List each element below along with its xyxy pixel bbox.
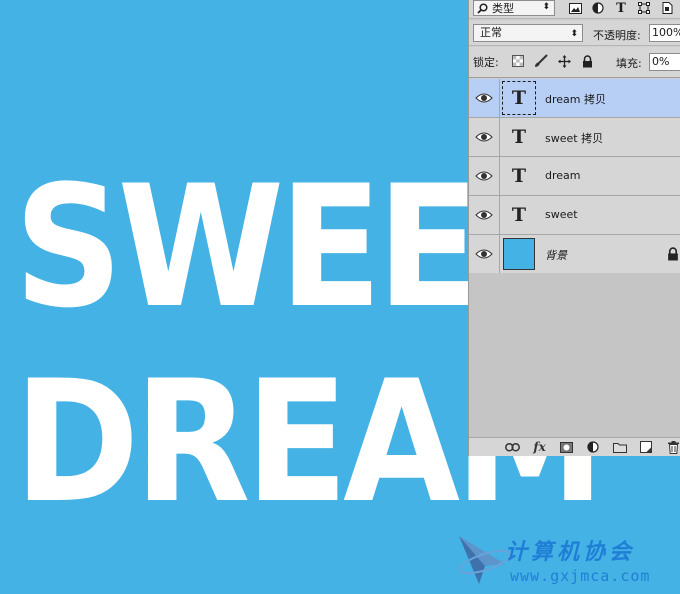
layer-name[interactable]: sweet xyxy=(545,208,578,221)
lock-transparent-icon[interactable] xyxy=(511,54,525,68)
lock-move-icon[interactable] xyxy=(557,54,571,68)
new-layer-icon[interactable] xyxy=(639,439,655,455)
watermark-title: 计算机协会 xyxy=(505,540,636,565)
blend-row: 正常 ⬍ 不透明度: 100% xyxy=(469,21,680,46)
filter-row: 类型 ⬍ T xyxy=(469,0,680,19)
chevron-updown-icon: ⬍ xyxy=(570,29,578,39)
layer-row-dream[interactable]: T dream xyxy=(469,157,680,196)
text-layer-thumbnail-icon: T xyxy=(502,81,536,115)
text-layer-thumbnail-icon: T xyxy=(511,165,527,187)
divider xyxy=(499,79,500,118)
fx-icon[interactable]: fx xyxy=(532,439,548,455)
layer-name[interactable]: sweet 拷贝 xyxy=(545,130,603,146)
fill-label: 填充: xyxy=(616,57,642,70)
blend-mode-select[interactable]: 正常 ⬍ xyxy=(473,24,583,42)
chevron-updown-icon: ⬍ xyxy=(542,2,550,12)
adjustment-layer-icon[interactable] xyxy=(585,439,601,455)
image-filter-icon[interactable] xyxy=(567,0,583,16)
layer-name[interactable]: 背景 xyxy=(545,247,567,263)
add-mask-icon[interactable] xyxy=(558,439,574,455)
new-group-icon[interactable] xyxy=(612,439,628,455)
filter-icons: T xyxy=(567,0,675,16)
watermark: 计算机协会 www.gxjmca.com xyxy=(455,530,680,594)
lock-all-icon[interactable] xyxy=(580,54,594,68)
filter-kind-value: 类型 xyxy=(492,2,514,15)
layer-lock-icon xyxy=(668,247,678,261)
visibility-eye-icon[interactable] xyxy=(475,247,493,261)
visibility-eye-icon[interactable] xyxy=(475,130,493,144)
shape-filter-icon[interactable] xyxy=(636,0,652,16)
visibility-eye-icon[interactable] xyxy=(475,91,493,105)
lock-icons xyxy=(511,54,594,68)
lock-paint-icon[interactable] xyxy=(534,54,548,68)
link-layers-icon[interactable] xyxy=(505,439,521,455)
filter-kind-select[interactable]: 类型 ⬍ xyxy=(473,0,555,16)
layer-row-background[interactable]: 背景 xyxy=(469,235,680,274)
text-layer-thumbnail-icon: T xyxy=(511,204,527,226)
visibility-eye-icon[interactable] xyxy=(475,169,493,183)
layers-panel: 类型 ⬍ T 正常 ⬍ 不透明度: 100% 锁定: xyxy=(468,0,680,456)
smart-object-filter-icon[interactable] xyxy=(659,0,675,16)
layers-bottom-toolbar: fx xyxy=(469,437,680,456)
opacity-input[interactable]: 100% xyxy=(649,24,680,42)
divider xyxy=(499,118,500,157)
background-layer-thumbnail xyxy=(503,238,535,270)
divider xyxy=(499,196,500,235)
lock-label: 锁定: xyxy=(473,56,499,69)
layer-row-sweet[interactable]: T sweet xyxy=(469,196,680,235)
layers-list: T dream 拷贝 T sweet 拷贝 T dream T sweet 背景 xyxy=(469,79,680,274)
search-icon xyxy=(477,2,488,14)
layer-row-dream-copy[interactable]: T dream 拷贝 xyxy=(469,79,680,118)
divider xyxy=(499,235,500,274)
lock-row: 锁定: 填充: 0% xyxy=(469,47,680,78)
visibility-eye-icon[interactable] xyxy=(475,208,493,222)
adjustment-filter-icon[interactable] xyxy=(590,0,606,16)
opacity-label: 不透明度: xyxy=(593,29,641,42)
delete-icon[interactable] xyxy=(665,439,680,455)
layer-name[interactable]: dream 拷贝 xyxy=(545,91,606,107)
layer-row-sweet-copy[interactable]: T sweet 拷贝 xyxy=(469,118,680,157)
text-filter-icon[interactable]: T xyxy=(613,0,629,16)
watermark-url: www.gxjmca.com xyxy=(510,567,651,585)
layer-name[interactable]: dream xyxy=(545,169,581,182)
blend-mode-value: 正常 xyxy=(480,26,502,39)
divider xyxy=(499,157,500,196)
layers-empty-area xyxy=(469,273,680,437)
text-layer-thumbnail-icon: T xyxy=(511,126,527,148)
fill-input[interactable]: 0% xyxy=(649,53,680,71)
